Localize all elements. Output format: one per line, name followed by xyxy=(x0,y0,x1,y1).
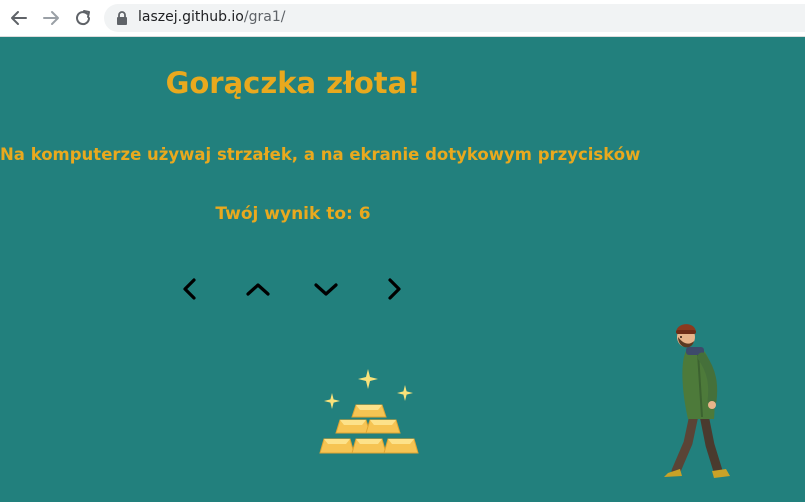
url-path: /gra1/ xyxy=(243,9,286,25)
chevron-down-icon xyxy=(314,283,338,296)
arrow-right-icon xyxy=(43,11,59,25)
score-text: Twój wynik to: 6 xyxy=(215,204,371,224)
url-text: laszej.github.io/gra1/ xyxy=(138,9,285,25)
page-title: Gorączka złota! xyxy=(165,66,421,100)
right-button[interactable] xyxy=(380,275,408,303)
gold-bars-icon xyxy=(319,369,419,454)
down-button[interactable] xyxy=(312,275,340,303)
url-host: laszej.github.io xyxy=(138,9,244,25)
chevron-right-icon xyxy=(388,278,401,300)
lock-icon xyxy=(117,11,127,25)
walking-man-icon xyxy=(664,324,730,478)
reload-icon xyxy=(76,10,91,26)
chevron-up-icon xyxy=(246,283,270,296)
up-button[interactable] xyxy=(244,275,272,303)
browser-toolbar: laszej.github.io/gra1/ xyxy=(0,0,805,37)
back-button[interactable] xyxy=(8,7,30,29)
forward-button[interactable] xyxy=(40,7,62,29)
arrow-left-icon xyxy=(11,11,27,25)
address-bar[interactable]: laszej.github.io/gra1/ xyxy=(104,4,805,32)
game-page: Gorączka złota! Na komputerze używaj str… xyxy=(0,37,805,502)
left-button[interactable] xyxy=(176,275,204,303)
chevron-left-icon xyxy=(183,278,196,300)
instructions-text: Na komputerze używaj strzałek, a na ekra… xyxy=(0,145,641,164)
reload-button[interactable] xyxy=(72,7,94,29)
